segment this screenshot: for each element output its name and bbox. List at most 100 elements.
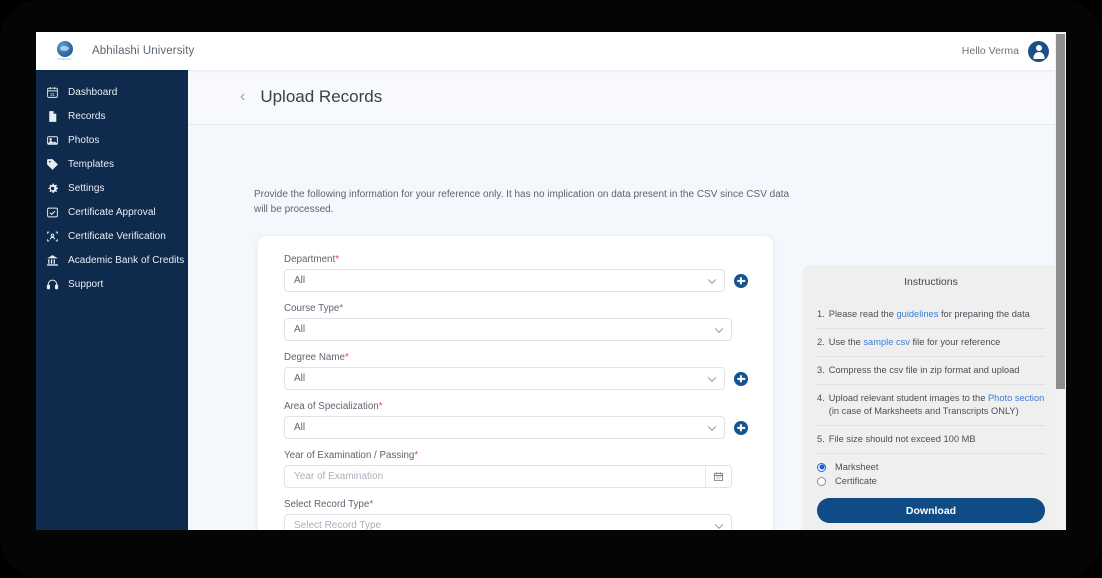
degree-name-select[interactable]: All	[284, 367, 725, 390]
course-type-select[interactable]: All	[284, 318, 732, 341]
photo-section-link[interactable]: Photo section	[988, 393, 1044, 403]
university-logo: COMPANY	[52, 37, 78, 65]
sidebar-item-support[interactable]: Support	[36, 272, 188, 296]
add-specialization-button[interactable]	[734, 421, 748, 435]
document-icon	[46, 110, 59, 123]
record-type-select[interactable]: Select Record Type	[284, 514, 732, 530]
headset-icon	[46, 278, 59, 291]
sidebar-item-label: Certificate Approval	[68, 207, 156, 218]
radio-label: Certificate	[835, 476, 877, 486]
user-avatar-icon[interactable]	[1028, 41, 1049, 62]
vertical-scrollbar[interactable]	[1055, 32, 1066, 530]
globe-icon	[57, 41, 73, 57]
instruction-item: 2. Use the sample csv file for your refe…	[817, 329, 1045, 357]
brand[interactable]: COMPANY Abhilashi University	[36, 37, 194, 65]
select-value: All	[294, 324, 305, 335]
scrollbar-thumb[interactable]	[1056, 34, 1065, 389]
page-title: Upload Records	[260, 87, 382, 107]
sidebar-item-templates[interactable]: Templates	[36, 152, 188, 176]
info-note: Provide the following information for yo…	[254, 187, 794, 217]
department-select[interactable]: All	[284, 269, 725, 292]
year-of-examination-input[interactable]	[285, 466, 705, 487]
calendar-picker-button[interactable]	[705, 466, 731, 487]
sidebar-item-label: Settings	[68, 183, 105, 194]
sidebar-item-records[interactable]: Records	[36, 104, 188, 128]
chevron-left-icon[interactable]: ‹	[240, 89, 245, 105]
instruction-item: 5. File size should not exceed 100 MB	[817, 426, 1045, 454]
chevron-down-icon	[715, 520, 723, 528]
field-label: Course Type*	[284, 303, 748, 314]
instruction-number: 5.	[817, 433, 825, 446]
photo-icon	[46, 134, 59, 147]
download-button[interactable]: Download	[817, 498, 1045, 523]
sidebar-item-label: Academic Bank of Credits	[68, 255, 184, 266]
radio-option-certificate[interactable]: Certificate	[817, 474, 1045, 488]
instructions-panel: Instructions 1. Please read the guidelin…	[802, 265, 1060, 530]
certificate-approval-icon	[46, 206, 59, 219]
top-header-bar: COMPANY Abhilashi University Hello Verma	[36, 32, 1066, 70]
chevron-down-icon	[708, 275, 716, 283]
svg-text:31: 31	[50, 91, 55, 96]
select-value: All	[294, 422, 305, 433]
calendar-icon	[713, 471, 724, 482]
instruction-text: Use the sample csv file for your referen…	[829, 336, 1001, 349]
sidebar-item-academic-bank-of-credits[interactable]: Academic Bank of Credits	[36, 248, 188, 272]
instruction-text: Please read the guidelines for preparing…	[829, 308, 1030, 321]
field-area-of-specialization: Area of Specialization* All	[284, 401, 748, 439]
instruction-number: 3.	[817, 364, 825, 377]
device-frame: COMPANY Abhilashi University Hello Verma…	[0, 0, 1102, 578]
bank-icon	[46, 254, 59, 267]
field-degree-name: Degree Name* All	[284, 352, 748, 390]
field-label: Degree Name*	[284, 352, 748, 363]
area-of-specialization-select[interactable]: All	[284, 416, 725, 439]
field-course-type: Course Type* All	[284, 303, 748, 341]
add-degree-name-button[interactable]	[734, 372, 748, 386]
add-department-button[interactable]	[734, 274, 748, 288]
page-header: ‹ Upload Records	[188, 70, 1066, 125]
chevron-down-icon	[715, 324, 723, 332]
instructions-title: Instructions	[817, 276, 1045, 288]
field-label: Select Record Type*	[284, 499, 748, 510]
sidebar-item-label: Dashboard	[68, 87, 117, 98]
sidebar-item-settings[interactable]: Settings	[36, 176, 188, 200]
instruction-number: 2.	[817, 336, 825, 349]
upload-form-card: Department* All Course Type* All	[258, 236, 773, 530]
header-right: Hello Verma	[962, 41, 1066, 62]
sidebar-item-photos[interactable]: Photos	[36, 128, 188, 152]
brand-name: Abhilashi University	[92, 45, 194, 57]
sample-csv-link[interactable]: sample csv	[863, 337, 910, 347]
tag-icon	[46, 158, 59, 171]
select-value: All	[294, 373, 305, 384]
radio-option-marksheet[interactable]: Marksheet	[817, 460, 1045, 474]
sidebar-item-dashboard[interactable]: 31 Dashboard	[36, 80, 188, 104]
guidelines-link[interactable]: guidelines	[896, 309, 938, 319]
instruction-text: Compress the csv file in zip format and …	[829, 364, 1020, 377]
instruction-item: 4. Upload relevant student images to the…	[817, 385, 1045, 426]
field-year-of-examination: Year of Examination / Passing*	[284, 450, 748, 488]
field-department: Department* All	[284, 254, 748, 292]
chevron-down-icon	[708, 422, 716, 430]
instruction-item: 1. Please read the guidelines for prepar…	[817, 301, 1045, 329]
chevron-down-icon	[708, 373, 716, 381]
sidebar-item-certificate-approval[interactable]: Certificate Approval	[36, 200, 188, 224]
certificate-verification-icon	[46, 230, 59, 243]
sidebar-nav: 31 Dashboard Records Photos Templates Se…	[36, 70, 188, 530]
field-label: Area of Specialization*	[284, 401, 748, 412]
logo-subtext: COMPANY	[57, 58, 72, 61]
instruction-text: Upload relevant student images to the Ph…	[829, 392, 1045, 418]
sidebar-item-label: Templates	[68, 159, 114, 170]
field-label: Year of Examination / Passing*	[284, 450, 748, 461]
instruction-text: File size should not exceed 100 MB	[829, 433, 976, 446]
instruction-number: 1.	[817, 308, 825, 321]
greeting-text: Hello Verma	[962, 45, 1019, 57]
main-content: Provide the following information for yo…	[188, 125, 1066, 530]
select-value: All	[294, 275, 305, 286]
radio-label: Marksheet	[835, 462, 878, 472]
sidebar-item-label: Certificate Verification	[68, 231, 166, 242]
sidebar-item-certificate-verification[interactable]: Certificate Verification	[36, 224, 188, 248]
radio-indicator	[817, 463, 826, 472]
sidebar-item-label: Photos	[68, 135, 99, 146]
field-label: Department*	[284, 254, 748, 265]
radio-indicator	[817, 477, 826, 486]
year-input-group	[284, 465, 732, 488]
